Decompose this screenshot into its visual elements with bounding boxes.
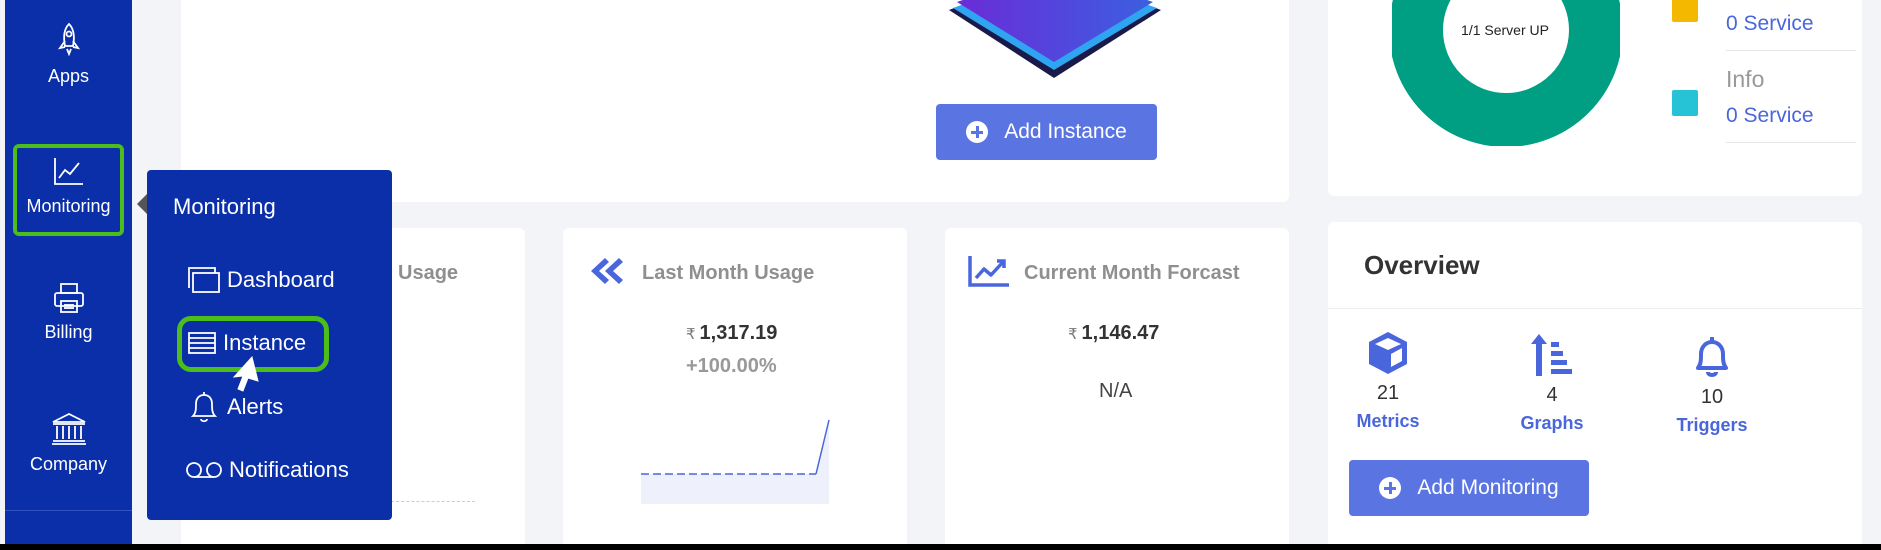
chart-icon [53, 158, 83, 185]
mouse-cursor-icon [232, 355, 259, 392]
legend-name: Info [1726, 66, 1765, 92]
menu-item-label: Notifications [229, 457, 349, 482]
flyout-title: Monitoring [173, 194, 276, 219]
sidebar-item-label: Monitoring [26, 196, 111, 216]
plus-circle-icon [1379, 477, 1402, 499]
double-chevron-left-icon [591, 258, 623, 284]
graphs-count: 4 [1546, 384, 1558, 406]
voicemail-icon [186, 462, 222, 478]
legend-divider [1726, 142, 1856, 143]
sidebar-item-billing[interactable]: Billing [5, 282, 132, 343]
menu-item-label: Instance [223, 330, 307, 355]
currency-symbol: ₹ [1068, 326, 1078, 343]
card-title: Last Month Usage [642, 262, 815, 284]
sidebar: Apps Monitoring Billing Company [5, 0, 132, 544]
trending-chart-icon [968, 256, 1009, 287]
menu-item-dashboard[interactable]: Dashboard [187, 266, 335, 294]
card-title: Current Month Forcast [1024, 262, 1240, 284]
last-month-change: +100.00% [686, 355, 777, 377]
sidebar-item-apps[interactable]: Apps [5, 22, 132, 87]
printer-icon [53, 283, 84, 313]
overview-triggers[interactable]: 10 Triggers [1652, 334, 1772, 436]
legend-value[interactable]: 0 Service [1726, 12, 1814, 36]
menu-item-label: Alerts [227, 394, 284, 419]
add-monitoring-label: Add Monitoring [1417, 476, 1559, 499]
overview-graphs[interactable]: 4 Graphs [1492, 332, 1612, 434]
add-instance-button[interactable]: Add Instance [936, 104, 1157, 160]
amount-value: 1,146.47 [1081, 322, 1160, 344]
sidebar-divider [5, 510, 132, 511]
app-frame: Apps Monitoring Billing Company Add Inst… [0, 0, 1881, 544]
sidebar-item-label: Billing [44, 322, 93, 342]
legend-swatch-info [1672, 90, 1698, 116]
sidebar-item-label: Company [29, 454, 108, 474]
overview-divider [1328, 308, 1862, 309]
chart-baseline [381, 501, 475, 502]
forecast-amount: ₹1,146.47 [1068, 322, 1159, 345]
overview-title: Overview [1364, 250, 1480, 280]
last-month-amount: ₹1,317.19 [686, 322, 777, 345]
add-instance-label: Add Instance [1004, 120, 1127, 143]
currency-symbol: ₹ [686, 326, 696, 343]
metrics-count: 21 [1376, 382, 1400, 404]
graphs-label[interactable]: Graphs [1492, 413, 1612, 434]
list-icon [188, 332, 216, 354]
menu-item-instance[interactable]: Instance [187, 330, 306, 356]
donut-label: 1/1 Server UP [1461, 22, 1549, 38]
triggers-count: 10 [1700, 386, 1724, 408]
metrics-label[interactable]: Metrics [1328, 411, 1448, 432]
monitoring-flyout-menu: Monitoring Dashboard Instance Alerts Not… [147, 170, 392, 520]
bank-icon [51, 412, 86, 445]
cube-icon [1369, 332, 1407, 374]
legend-divider [1726, 50, 1856, 51]
menu-item-label: Dashboard [227, 267, 335, 292]
sort-amount-icon [1531, 334, 1572, 376]
server-illustration [949, 0, 1161, 78]
sidebar-item-label: Apps [47, 66, 90, 86]
amount-value: 1,317.19 [699, 322, 778, 344]
menu-item-notifications[interactable]: Notifications [185, 457, 349, 483]
legend-swatch-warning [1672, 0, 1698, 22]
plus-circle-icon [966, 121, 989, 143]
overview-metrics[interactable]: 21 Metrics [1328, 330, 1448, 432]
sidebar-item-company[interactable]: Company [5, 412, 132, 475]
windows-icon [188, 267, 220, 293]
triggers-label[interactable]: Triggers [1652, 415, 1772, 436]
bell-icon [1696, 337, 1728, 377]
last-month-usage-card: Last Month Usage ₹1,317.19 +100.00% [563, 228, 907, 544]
usage-sparkline [641, 419, 830, 504]
sidebar-item-monitoring[interactable]: Monitoring [13, 144, 124, 236]
bell-icon [190, 392, 218, 423]
menu-item-alerts[interactable]: Alerts [187, 390, 283, 424]
legend-value[interactable]: 0 Service [1726, 104, 1814, 128]
forecast-card: Current Month Forcast ₹1,146.47 N/A [945, 228, 1289, 544]
forecast-na: N/A [1099, 380, 1133, 402]
add-monitoring-button[interactable]: Add Monitoring [1349, 460, 1589, 516]
card-title: Usage [398, 262, 459, 284]
rocket-icon [57, 22, 80, 57]
